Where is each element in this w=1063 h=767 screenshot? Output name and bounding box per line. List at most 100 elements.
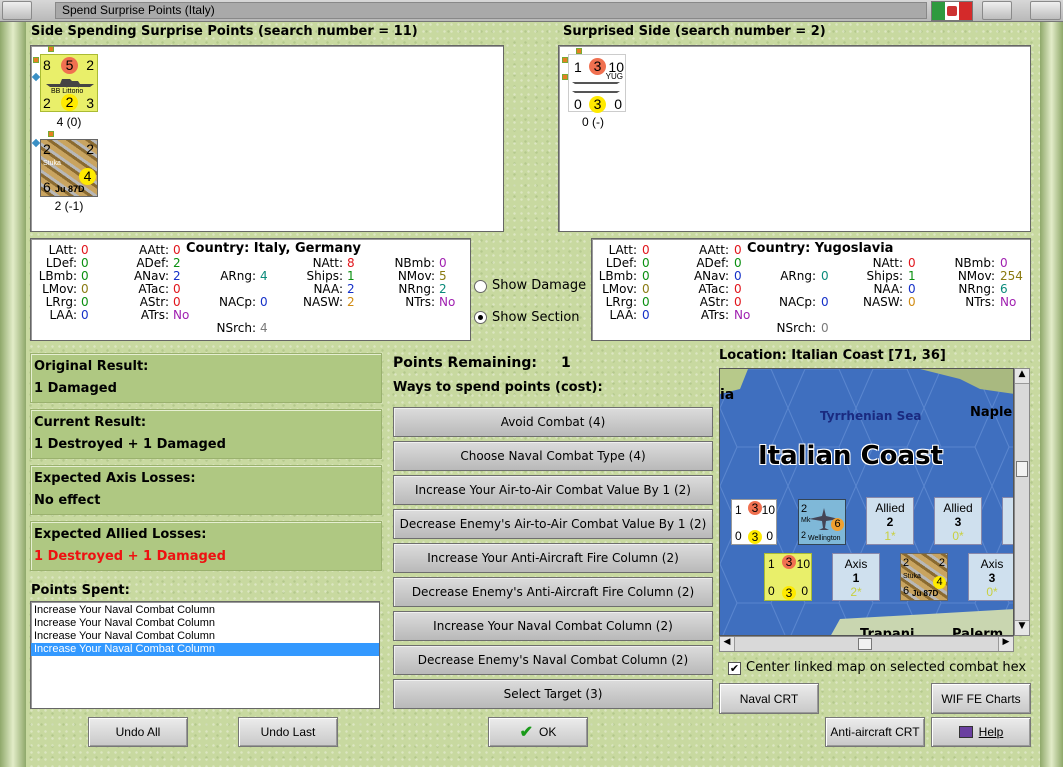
unit-tag: Stuka <box>903 573 921 580</box>
stat-value: 0 <box>734 256 742 270</box>
counter-value: 2 <box>801 503 808 515</box>
list-item-selected[interactable]: Increase Your Naval Combat Column <box>31 643 379 656</box>
stat-label: ATrs: <box>700 308 729 322</box>
wif-fe-charts-button[interactable]: WIF FE Charts <box>931 683 1031 714</box>
anti-aircraft-crt-button[interactable]: Anti-aircraft CRT <box>825 717 925 747</box>
unit-counter-ju87d[interactable]: 2 2 Stuka 6 Ju 87D 4 <box>40 139 98 197</box>
increase-naval-combat-button[interactable]: Increase Your Naval Combat Column (2) <box>393 611 713 641</box>
list-item[interactable]: Increase Your Naval Combat Column <box>31 630 379 643</box>
counter-value: 2 <box>86 141 94 157</box>
counter-value: 2 <box>801 530 807 540</box>
stat-label: NACp: <box>218 295 256 309</box>
spending-units-panel[interactable]: 8 5 2 BB Littorio 2 2 3 4 (0) 2 2 Stuka … <box>30 45 504 232</box>
scroll-up-icon[interactable]: ▲ <box>1015 369 1029 384</box>
map-unit-stuka[interactable]: 2 2 Stuka 6 Ju 87D 4 <box>900 553 948 601</box>
result-title: Current Result: <box>34 415 147 430</box>
stat-value: No <box>439 295 456 309</box>
scroll-right-icon[interactable]: ▶ <box>998 637 1013 651</box>
scroll-down-icon[interactable]: ▼ <box>1015 620 1029 635</box>
map-view[interactable]: ia Tyrrhenian Sea Naple Italian Coast Tr… <box>719 368 1014 636</box>
stat-value: 0 <box>81 282 89 296</box>
marker-dot <box>31 138 41 148</box>
list-item[interactable]: Increase Your Naval Combat Column <box>31 604 379 617</box>
spending-side-stats: LAtt: 0 LDef: 0 LBmb: 0 LMov: 0 LRrg: 0 LAA: 0 AAtt:… <box>30 238 471 341</box>
stat-label: ADef: <box>136 256 169 270</box>
scroll-thumb[interactable] <box>858 638 872 650</box>
decrease-enemy-aa-fire-button[interactable]: Decrease Enemy's Anti-Aircraft Fire Colu… <box>393 577 713 607</box>
map-unit-littorio[interactable]: 1 3 10 0 3 0 <box>764 553 812 601</box>
result-title: Expected Allied Losses: <box>34 527 207 542</box>
combat-cell-axis[interactable]: Axis 1 2* <box>832 553 880 601</box>
points-spent-list[interactable]: Increase Your Naval Combat Column Increa… <box>30 601 380 709</box>
unit-counter-yug[interactable]: 1 3 10 YUG 0 3 0 <box>568 54 626 113</box>
system-menu-button[interactable] <box>2 1 32 20</box>
stat-label: NRng: <box>958 282 995 296</box>
stat-value: 1 <box>908 269 916 283</box>
stat-value: 0 <box>81 308 89 322</box>
combat-cell-allied[interactable]: Allied 3 0* <box>934 497 982 545</box>
list-item[interactable]: Increase Your Naval Combat Column <box>31 617 379 630</box>
ok-button[interactable]: ✔ OK <box>488 717 588 747</box>
center-linked-checkbox[interactable]: ✔ <box>728 662 741 675</box>
stat-label: ATac: <box>698 282 729 296</box>
help-button[interactable]: Help <box>931 717 1031 747</box>
choose-naval-combat-type-button[interactable]: Choose Naval Combat Type (4) <box>393 441 713 471</box>
combat-cell-allied[interactable]: Allied 2 1* <box>866 497 914 545</box>
decrease-enemy-air-to-air-button[interactable]: Decrease Enemy's Air-to-Air Combat Value… <box>393 509 713 539</box>
stat-value: 0 <box>81 243 89 257</box>
minimize-button[interactable] <box>982 1 1012 20</box>
decrease-enemy-naval-combat-button[interactable]: Decrease Enemy's Naval Combat Column (2) <box>393 645 713 675</box>
avoid-combat-button[interactable]: Avoid Combat (4) <box>393 407 713 437</box>
stat-value: No <box>734 308 751 322</box>
cell-sub: 2* <box>850 585 862 599</box>
cell-side: Allied <box>875 501 905 515</box>
map-unit-wellington[interactable]: 2 Mk 6 2 Wellington <box>798 499 846 545</box>
stat-value: 2 <box>173 256 181 270</box>
marker-dot <box>31 72 41 82</box>
country-label: Country: Yugoslavia <box>747 241 894 256</box>
undo-last-button[interactable]: Undo Last <box>238 717 338 747</box>
stat-label: NSrch: <box>216 321 256 335</box>
center-linked-label[interactable]: Center linked map on selected combat hex <box>746 660 1026 675</box>
ok-label: OK <box>539 725 557 739</box>
stat-label: NACp: <box>778 295 816 309</box>
scroll-left-icon[interactable]: ◀ <box>720 637 735 651</box>
counter-value: 3 <box>589 96 606 113</box>
show-damage-radio[interactable] <box>474 280 487 293</box>
show-section-label[interactable]: Show Section <box>492 310 580 325</box>
map-unit-yug[interactable]: 1 3 10 0 3 0 <box>731 499 777 545</box>
result-value: 1 Destroyed + 1 Damaged <box>34 549 226 564</box>
stat-label: LAtt: <box>48 243 77 257</box>
map-vertical-scrollbar[interactable]: ▲ ▼ <box>1014 368 1030 636</box>
counter-value: 0 <box>768 584 775 598</box>
result-title: Expected Axis Losses: <box>34 471 196 486</box>
close-button[interactable] <box>1030 1 1061 20</box>
stat-label: NBmb: <box>954 256 995 270</box>
naval-crt-button[interactable]: Naval CRT <box>719 683 819 714</box>
map-horizontal-scrollbar[interactable]: ◀ ▶ <box>719 636 1014 652</box>
stat-label: NAA: <box>873 282 903 296</box>
scroll-thumb[interactable] <box>1016 461 1028 477</box>
unit-counter-bb-littorio[interactable]: 8 5 2 BB Littorio 2 2 3 <box>40 54 98 112</box>
stat-value: 0 <box>734 295 742 309</box>
surprised-units-panel[interactable]: 1 3 10 YUG 0 3 0 0 (-) <box>558 45 1031 232</box>
select-target-button[interactable]: Select Target (3) <box>393 679 713 709</box>
counter-value: 3 <box>748 501 762 515</box>
ship-icon <box>572 82 620 93</box>
help-book-icon <box>958 726 973 738</box>
undo-all-button[interactable]: Undo All <box>88 717 188 747</box>
stat-label: ARng: <box>780 269 816 283</box>
increase-air-to-air-button[interactable]: Increase Your Air-to-Air Combat Value By… <box>393 475 713 505</box>
stat-label: LRrg: <box>45 295 77 309</box>
expected-axis-losses-box: Expected Axis Losses: No effect <box>30 465 382 515</box>
combat-cell-axis[interactable]: Axis 3 0* <box>968 553 1013 601</box>
stat-value: 0 <box>908 282 916 296</box>
counter-value: 6 <box>43 179 51 195</box>
points-remaining-label: Points Remaining: <box>393 355 538 371</box>
stat-value: 0 <box>734 282 742 296</box>
increase-aa-fire-button[interactable]: Increase Your Anti-Aircraft Fire Column … <box>393 543 713 573</box>
stat-value: 0 <box>642 295 650 309</box>
stat-label: Ships: <box>306 269 343 283</box>
show-section-radio[interactable] <box>474 311 487 324</box>
show-damage-label[interactable]: Show Damage <box>492 278 586 293</box>
